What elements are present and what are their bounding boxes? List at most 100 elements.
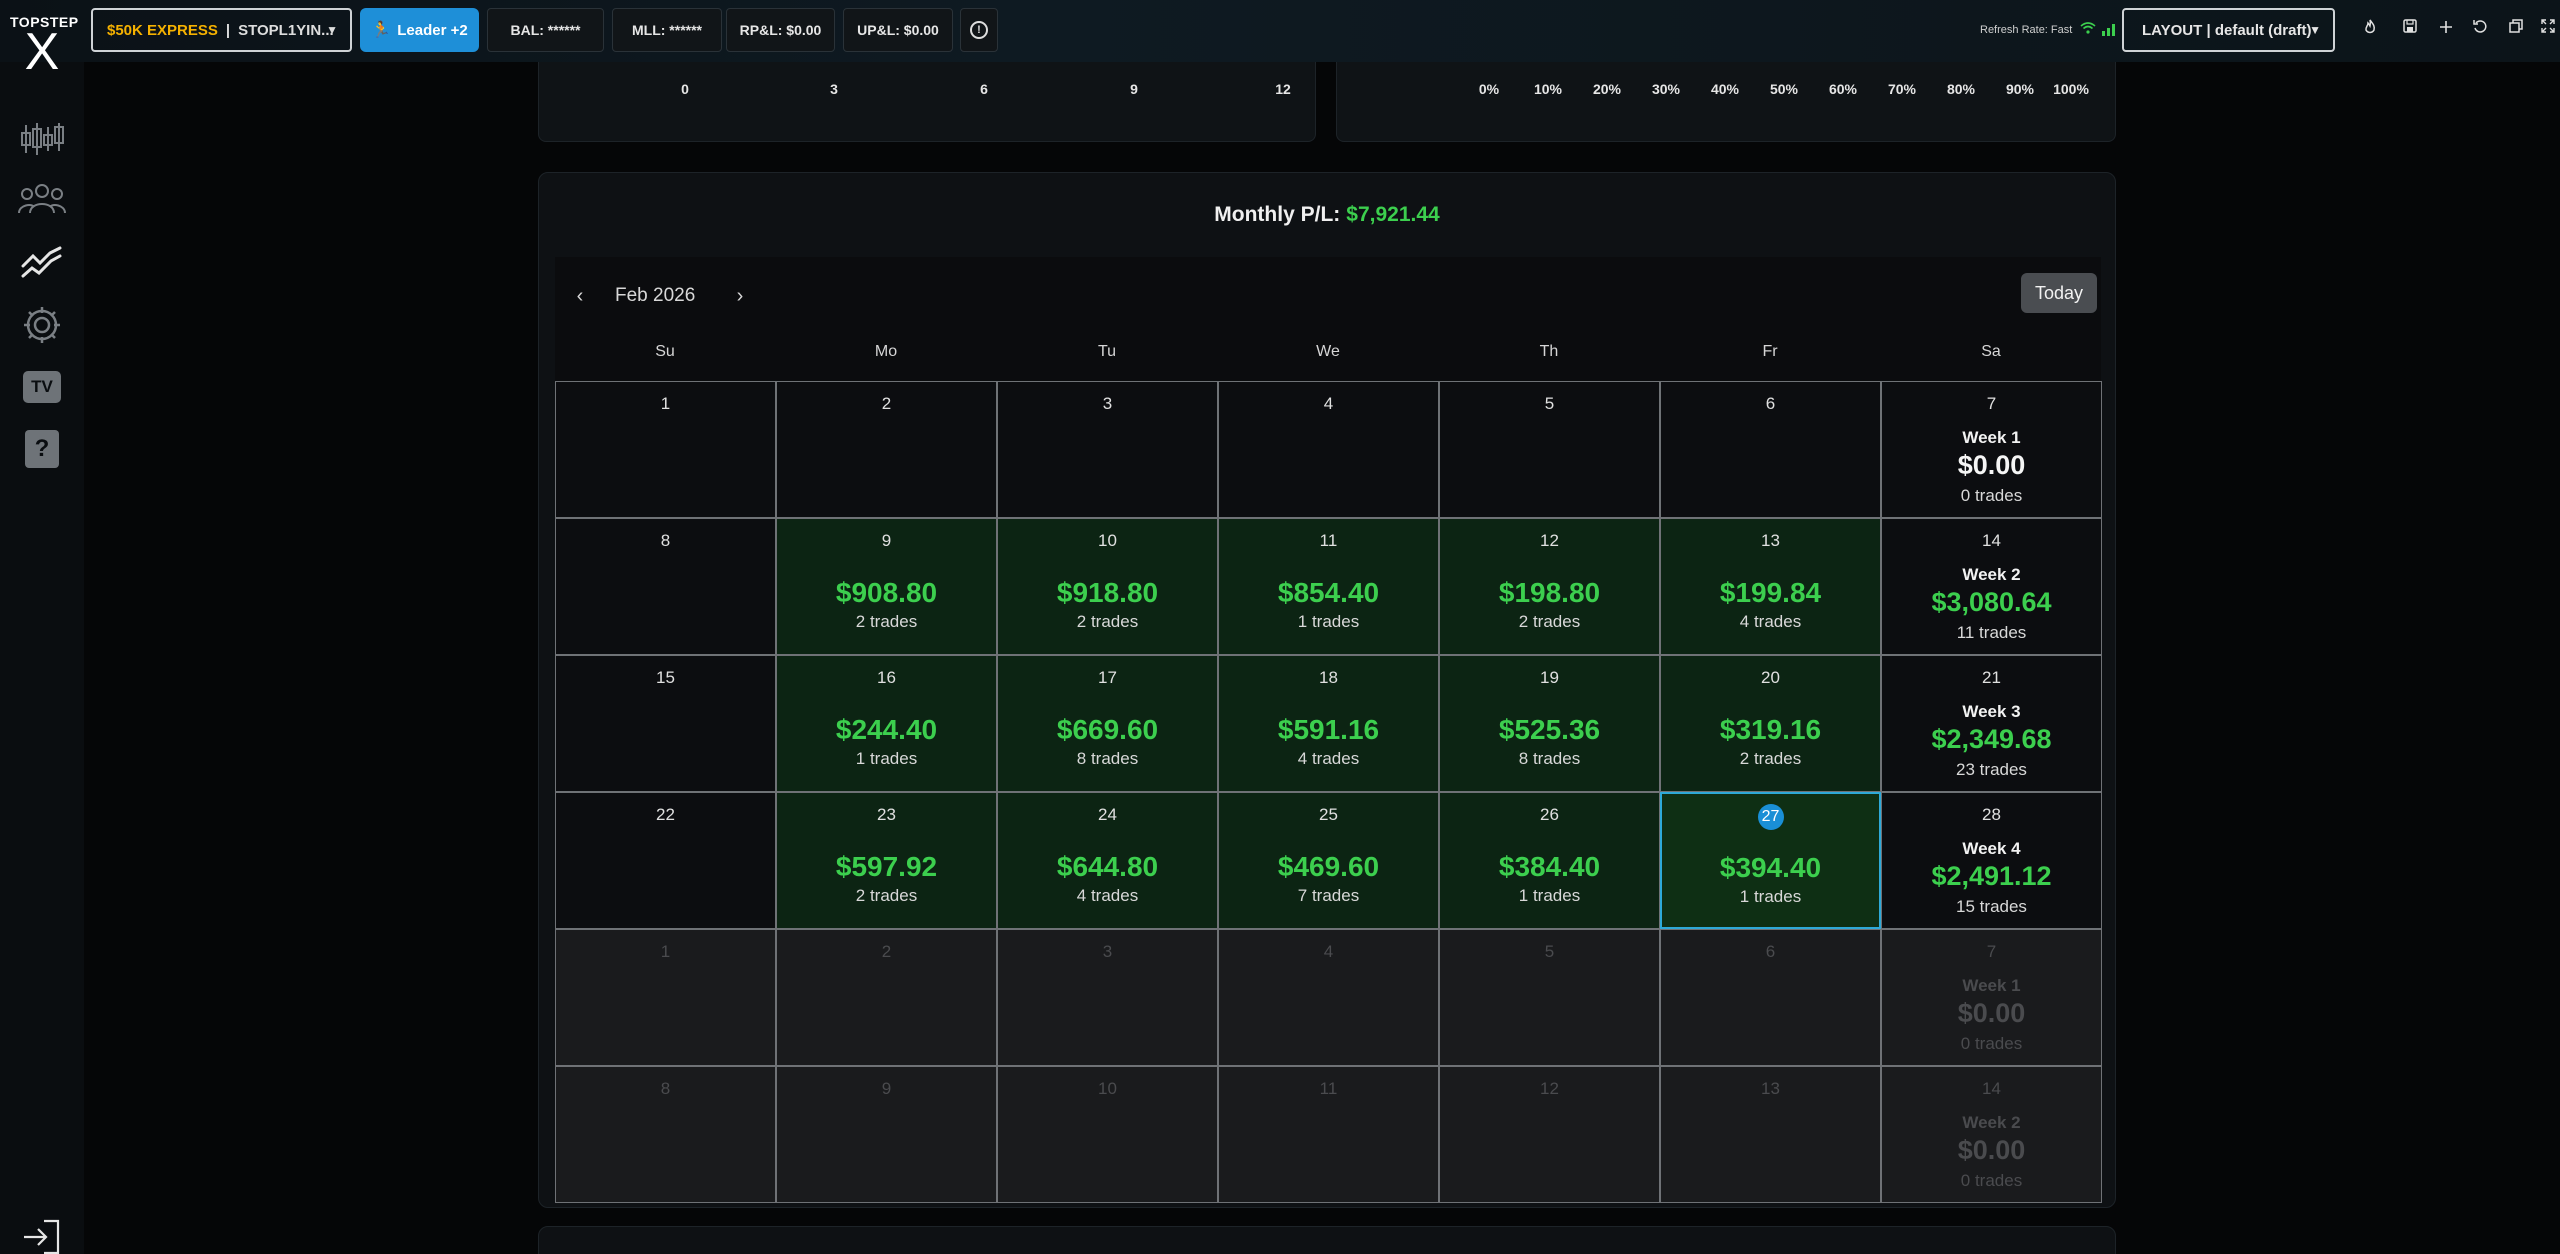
day-number: 26 [1540,805,1559,824]
axis-tick-label: 60% [1828,81,1858,97]
day-pl: $384.40 [1498,851,1601,882]
calendar-day-cell[interactable]: 11 $854.40 1 trades [1218,518,1439,655]
day-trades: 2 trades [1518,612,1581,631]
calendar-day-cell[interactable]: 24 $644.80 4 trades [997,792,1218,929]
calendar-day-cell[interactable]: 9 $908.80 2 trades [776,518,997,655]
refresh-label: Refresh Rate: Fast [1980,23,2073,36]
account-id: STOPL1YIN... [238,21,334,39]
calendar-day-cell[interactable]: 6 [1660,929,1881,1066]
axis-tick-label: 9 [1130,81,1138,97]
weekday-label: Fr [1762,343,1778,360]
calendar-day-cell[interactable]: 3 [997,929,1218,1066]
calendar-day-cell[interactable]: 11 [1218,1066,1439,1203]
undo-icon[interactable] [2468,18,2492,42]
week-summary-cell: 7 Week 1 $0.00 0 trades [1881,381,2102,518]
day-pl: $469.60 [1277,851,1380,882]
chart-candles-icon[interactable] [14,116,70,162]
calendar-day-cell[interactable]: 2 [776,381,997,518]
day-number: 14 [1982,531,2001,550]
leader-button[interactable]: 🏃 Leader +2 [360,8,479,52]
balance-pill[interactable]: BAL: ****** [487,8,604,52]
day-trades: 7 trades [1297,886,1360,905]
stats-icon[interactable] [14,238,70,284]
week-label: Week 1 [1962,428,2021,447]
calendar-day-cell[interactable]: 8 [555,518,776,655]
today-button[interactable]: Today [2021,273,2097,313]
calendar-day-cell[interactable]: 13 [1660,1066,1881,1203]
sidebar: TV ? [0,62,84,1254]
calendar-day-cell[interactable]: 20 $319.16 2 trades [1660,655,1881,792]
day-number: 5 [1544,942,1555,961]
flame-icon[interactable] [2358,18,2382,42]
plus-icon[interactable] [2434,18,2458,42]
calendar-day-cell[interactable]: 25 $469.60 7 trades [1218,792,1439,929]
week-trades: 15 trades [1956,897,2027,916]
calendar-day-cell[interactable]: 1 [555,381,776,518]
upl-pill[interactable]: UP&L: $0.00 [843,8,953,52]
axis-tick-label: 30% [1651,81,1681,97]
help-label: ? [25,430,59,468]
day-number: 25 [1319,805,1338,824]
layout-label: LAYOUT | default (draft) [2142,21,2312,39]
day-pl: $644.80 [1056,851,1159,882]
day-number: 8 [660,1079,671,1098]
day-number: 8 [660,531,671,550]
week-summary-cell: 21 Week 3 $2,349.68 23 trades [1881,655,2102,792]
calendar-day-cell[interactable]: 12 [1439,1066,1660,1203]
week-pl: $3,080.64 [1931,587,2052,617]
calendar-day-cell[interactable]: 23 $597.92 2 trades [776,792,997,929]
axis-tick-label: 80% [1946,81,1976,97]
week-trades: 11 trades [1956,623,2027,642]
calendar-day-cell[interactable]: 10 [997,1066,1218,1203]
calendar-day-cell[interactable]: 5 [1439,381,1660,518]
account-selector[interactable]: $50K EXPRESS | STOPL1YIN... ▼ [91,8,352,52]
calendar-day-cell[interactable]: 4 [1218,381,1439,518]
calendar-day-cell[interactable]: 3 [997,381,1218,518]
mll-pill[interactable]: MLL: ****** [612,8,722,52]
tv-icon[interactable]: TV [14,364,70,410]
axis-tick-label: 6 [980,81,988,97]
calendar-day-cell[interactable]: 13 $199.84 4 trades [1660,518,1881,655]
info-button[interactable]: ! [960,8,998,52]
calendar-day-cell[interactable]: 26 $384.40 1 trades [1439,792,1660,929]
week-trades: 0 trades [1960,486,2023,505]
calendar-day-cell[interactable]: 2 [776,929,997,1066]
calendar-day-cell[interactable]: 27 $394.40 1 trades [1660,792,1881,929]
topstep-logo[interactable]: TOPSTEP X [10,14,78,78]
next-month-button[interactable]: › [725,285,755,308]
calendar-day-cell[interactable]: 19 $525.36 8 trades [1439,655,1660,792]
fullscreen-icon[interactable] [2536,18,2560,42]
calendar-day-cell[interactable]: 5 [1439,929,1660,1066]
day-trades: 1 trades [1518,886,1581,905]
calendar-day-cell[interactable]: 9 [776,1066,997,1203]
layout-selector[interactable]: LAYOUT | default (draft) ▼ [2122,8,2335,52]
week-pl: $0.00 [1957,450,2026,480]
calendar-day-cell[interactable]: 15 [555,655,776,792]
day-number: 13 [1761,1079,1780,1098]
calendar-day-cell[interactable]: 6 [1660,381,1881,518]
calendar-day-cell[interactable]: 10 $918.80 2 trades [997,518,1218,655]
weekday-label: Th [1539,343,1559,360]
runner-icon: 🏃 [371,22,392,39]
gear-icon[interactable] [14,302,70,348]
day-number: 11 [1319,1079,1338,1098]
calendar-day-cell[interactable]: 4 [1218,929,1439,1066]
day-pl: $918.80 [1056,577,1159,608]
weekday-label: Sa [1981,343,2001,360]
users-icon[interactable] [14,176,70,222]
calendar-day-cell[interactable]: 8 [555,1066,776,1203]
calendar-day-cell[interactable]: 17 $669.60 8 trades [997,655,1218,792]
windows-icon[interactable] [2504,18,2528,42]
calendar-day-cell[interactable]: 12 $198.80 2 trades [1439,518,1660,655]
save-icon[interactable] [2398,18,2422,42]
calendar-day-cell[interactable]: 16 $244.40 1 trades [776,655,997,792]
calendar-day-cell[interactable]: 1 [555,929,776,1066]
day-number: 14 [1982,1079,2001,1098]
top-bar: TOPSTEP X $50K EXPRESS | STOPL1YIN... ▼ … [0,0,2560,78]
calendar-day-cell[interactable]: 22 [555,792,776,929]
help-icon[interactable]: ? [14,426,70,472]
rpl-pill[interactable]: RP&L: $0.00 [726,8,835,52]
calendar-day-cell[interactable]: 18 $591.16 4 trades [1218,655,1439,792]
prev-month-button[interactable]: ‹ [565,285,595,308]
logout-icon[interactable] [14,1214,70,1254]
